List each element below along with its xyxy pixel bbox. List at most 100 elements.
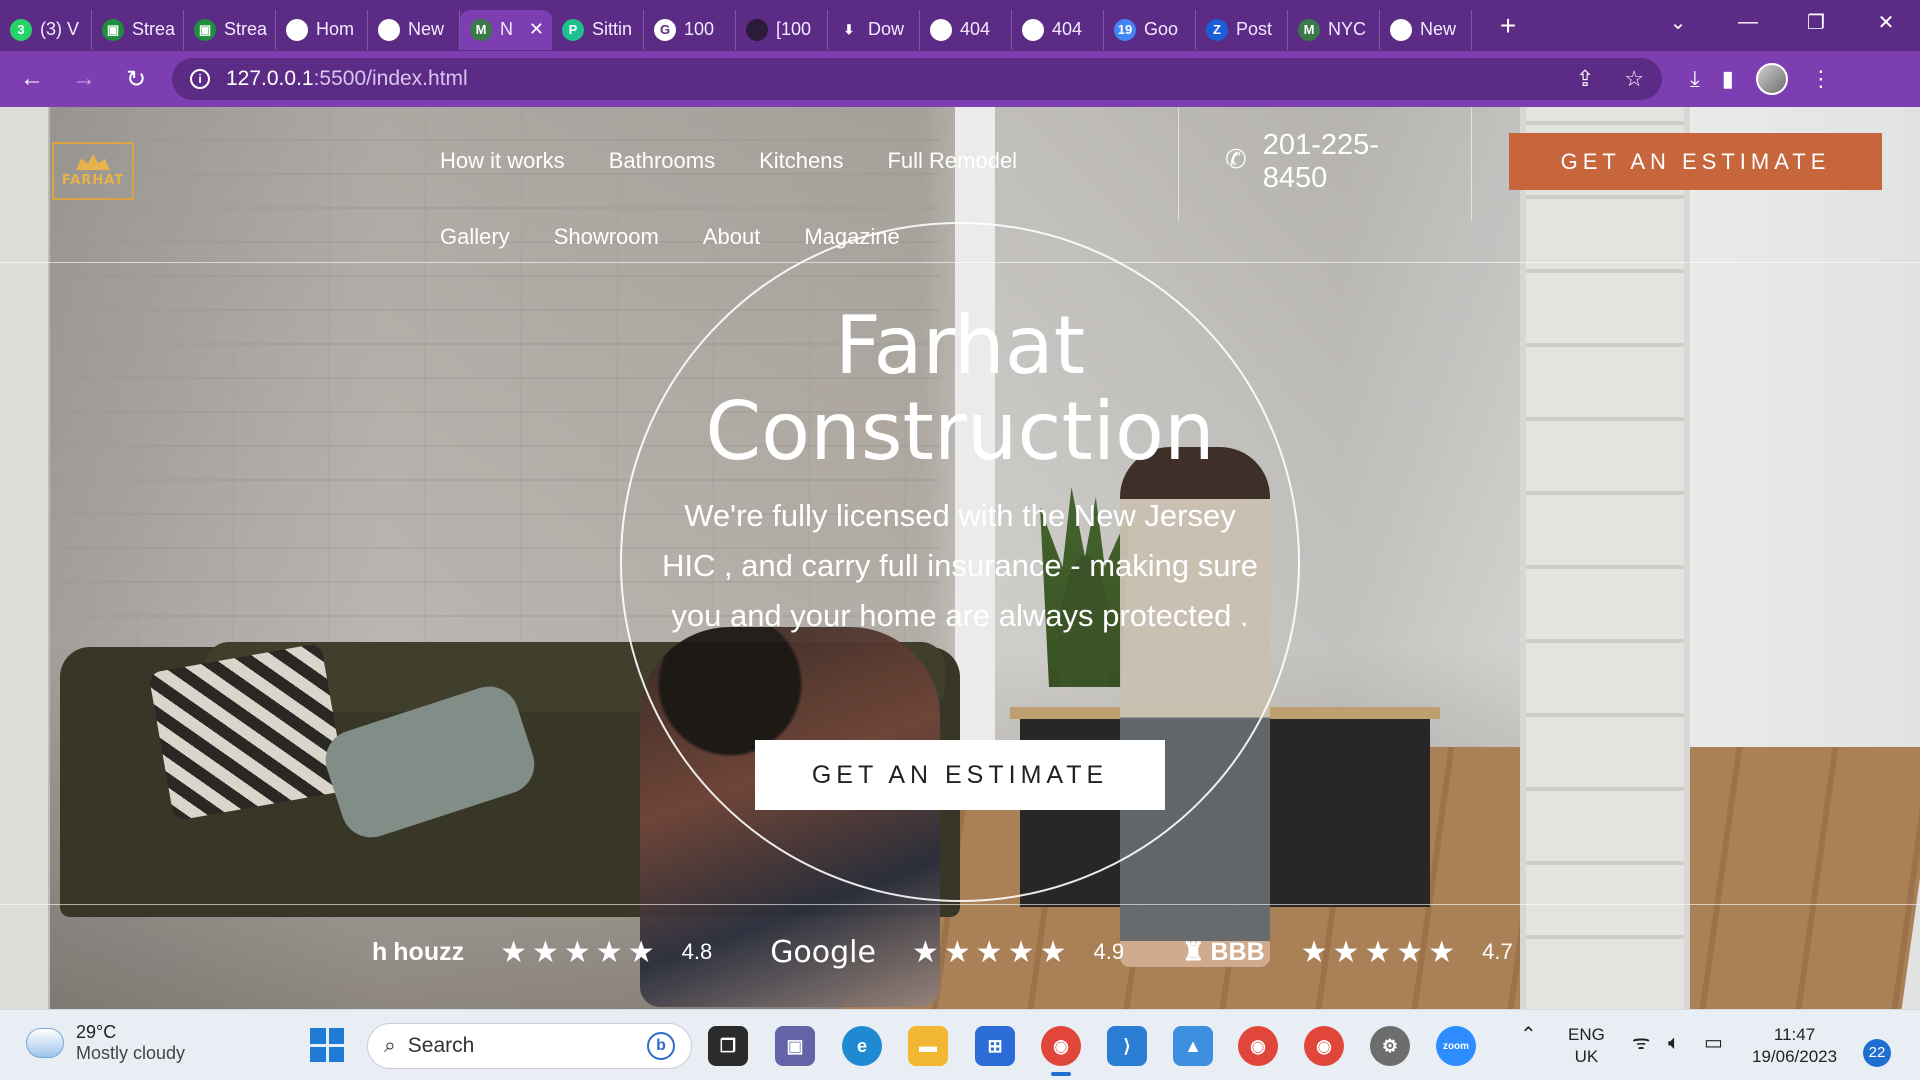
rating-google[interactable]: Google ★★★★★ 4.9 <box>770 935 1124 970</box>
tray-overflow-chevron-icon[interactable]: ⌃ <box>1520 1024 1537 1046</box>
photos-icon[interactable]: ▲ <box>1173 1026 1213 1066</box>
edge-icon[interactable]: e <box>842 1026 882 1066</box>
chrome-icon[interactable]: ◉ <box>1041 1026 1081 1076</box>
browser-tab[interactable]: P Sittin <box>552 9 644 50</box>
calendar-icon: 19 <box>1114 18 1136 41</box>
browser-tab[interactable]: M NYC <box>1288 9 1380 50</box>
minimize-button[interactable]: — <box>1714 0 1782 44</box>
browser-tab[interactable]: Hom <box>276 9 368 50</box>
side-panel-icon[interactable]: ▮ <box>1722 66 1734 92</box>
ratings-separator <box>0 904 1920 905</box>
star-rating-icon: ★★★★★ <box>911 935 1072 969</box>
new-tab-button[interactable]: + <box>1488 10 1528 42</box>
rating-score: 4.8 <box>681 939 713 964</box>
menu-kebab-icon[interactable]: ⋮ <box>1810 66 1832 92</box>
microsoft-store-icon[interactable]: ⊞ <box>975 1026 1015 1066</box>
url-text[interactable]: 127.0.0.1:5500/index.html <box>226 67 468 91</box>
share-icon[interactable]: ⇪ <box>1576 66 1594 92</box>
back-button[interactable]: ← <box>12 59 52 99</box>
phone-line-1: 201-225- <box>1262 129 1379 161</box>
tab-title: 100 <box>684 19 715 39</box>
bookmark-star-icon[interactable]: ☆ <box>1624 66 1644 92</box>
globe-icon <box>1022 18 1044 41</box>
site-info-icon[interactable]: i <box>190 69 210 89</box>
rating-brand: Google <box>770 934 876 970</box>
notification-badge[interactable]: 22 <box>1863 1039 1891 1067</box>
browser-tab[interactable]: M N ✕ <box>460 9 552 50</box>
stripe-icon <box>746 18 768 41</box>
tab-search-chevron-icon[interactable]: ⌄ <box>1644 0 1712 44</box>
star-rating-icon: ★★★★★ <box>500 935 660 969</box>
nav-link-full-remodel[interactable]: Full Remodel <box>887 148 1017 174</box>
hero-estimate-button[interactable]: GET AN ESTIMATE <box>755 740 1165 810</box>
classroom-icon: ▣ <box>194 18 216 41</box>
teams-icon[interactable]: ▣ <box>775 1026 815 1066</box>
browser-tab[interactable]: ⬇ Dow <box>828 9 920 50</box>
hero-subtitle: We're fully licensed with the New Jersey… <box>661 498 1259 633</box>
weather-widget[interactable]: 29°C Mostly cloudy <box>26 1022 185 1064</box>
nav-link-kitchens[interactable]: Kitchens <box>759 148 843 174</box>
battery-icon[interactable]: ▭ <box>1704 1032 1723 1054</box>
mobirise-icon: M <box>470 18 492 41</box>
wifi-icon[interactable]: ᯤ <box>1632 1032 1650 1054</box>
nav-link-showroom[interactable]: Showroom <box>554 224 659 250</box>
browser-tab[interactable]: New <box>1380 9 1472 50</box>
browser-tab[interactable]: [100 <box>736 9 828 50</box>
restore-button[interactable]: ❐ <box>1782 0 1850 44</box>
profile-avatar[interactable] <box>1755 63 1788 95</box>
phone-number[interactable]: ✆ 201-225- 8450 <box>1225 129 1385 195</box>
address-bar[interactable]: i 127.0.0.1:5500/index.html ⇪ ☆ <box>172 58 1662 100</box>
tab-title: [100 <box>776 19 812 39</box>
zoom-icon[interactable]: zoom <box>1436 1026 1476 1066</box>
rating-brand: houzz <box>393 937 465 966</box>
nav-link-how-it-works[interactable]: How it works <box>440 148 565 174</box>
vscode-icon[interactable]: ⟩ <box>1107 1026 1147 1066</box>
browser-tab[interactable]: New <box>368 9 460 50</box>
tab-list: 3 (3) V ▣ Strea ▣ Strea Hom New M N ✕ P Sittin G 100 [1… <box>0 2 1472 50</box>
browser-tab[interactable]: 404 <box>920 9 1012 50</box>
browser-toolbar: ← → ↻ i 127.0.0.1:5500/index.html ⇪ ☆ ⤓ … <box>0 51 1920 107</box>
taskbar-search[interactable]: ⌕ Search b <box>367 1023 692 1069</box>
tab-title: Goo <box>1144 19 1179 39</box>
hero-title-line-1: Farhat <box>834 299 1086 392</box>
nav-link-bathrooms[interactable]: Bathrooms <box>609 148 715 174</box>
browser-tab[interactable]: G 100 <box>644 9 736 50</box>
volume-icon[interactable]: 🔈︎ <box>1668 1032 1680 1054</box>
close-tab-icon[interactable]: ✕ <box>529 19 544 40</box>
nav-link-about[interactable]: About <box>703 224 761 250</box>
browser-tab[interactable]: ▣ Strea <box>92 9 184 50</box>
chrome-secondary-icon[interactable]: ◉ <box>1304 1026 1344 1066</box>
download-icon[interactable]: ⤓ <box>1690 66 1700 92</box>
browser-tab[interactable]: 3 (3) V <box>0 9 92 50</box>
reload-button[interactable]: ↻ <box>116 59 156 99</box>
header-divider-left <box>1178 107 1179 221</box>
rating-houzz[interactable]: h houzz ★★★★★ 4.8 <box>372 935 712 970</box>
clock[interactable]: 11:47 19/06/2023 <box>1752 1024 1837 1068</box>
tab-title: Hom <box>316 19 355 39</box>
browser-tab[interactable]: ▣ Strea <box>184 9 276 50</box>
globe-icon <box>286 18 308 41</box>
browser-tab[interactable]: 19 Goo <box>1104 9 1196 50</box>
tab-title: N <box>500 19 513 39</box>
forward-button[interactable]: → <box>64 59 104 99</box>
site-logo[interactable]: FARHAT <box>52 142 134 200</box>
browser-tab[interactable]: 404 <box>1012 9 1104 50</box>
chrome-icon <box>1390 18 1412 41</box>
tab-title: 404 <box>1052 19 1083 39</box>
browser-tab[interactable]: Z Post <box>1196 9 1288 50</box>
header-estimate-button[interactable]: GET AN ESTIMATE <box>1509 133 1882 190</box>
file-explorer-icon[interactable]: ▬ <box>908 1026 948 1066</box>
close-window-button[interactable]: ✕ <box>1852 0 1920 44</box>
bing-icon[interactable]: b <box>647 1032 675 1060</box>
chrome-profile-icon[interactable]: ◉ <box>1238 1026 1278 1066</box>
tab-title: Sittin <box>592 19 633 39</box>
weather-condition: Mostly cloudy <box>76 1043 186 1063</box>
nav-link-gallery[interactable]: Gallery <box>440 224 510 250</box>
language-indicator[interactable]: ENG UK <box>1568 1024 1605 1068</box>
rating-bbb[interactable]: ♜ BBB ★★★★★ 4.7 <box>1182 935 1513 970</box>
task-view-icon[interactable]: ❐ <box>708 1026 748 1066</box>
nav-row-primary: How it works Bathrooms Kitchens Full Remode… <box>440 133 1120 189</box>
logo-text: FARHAT <box>61 173 125 188</box>
start-button[interactable] <box>310 1028 344 1062</box>
settings-gear-icon[interactable]: ⚙ <box>1370 1026 1410 1066</box>
